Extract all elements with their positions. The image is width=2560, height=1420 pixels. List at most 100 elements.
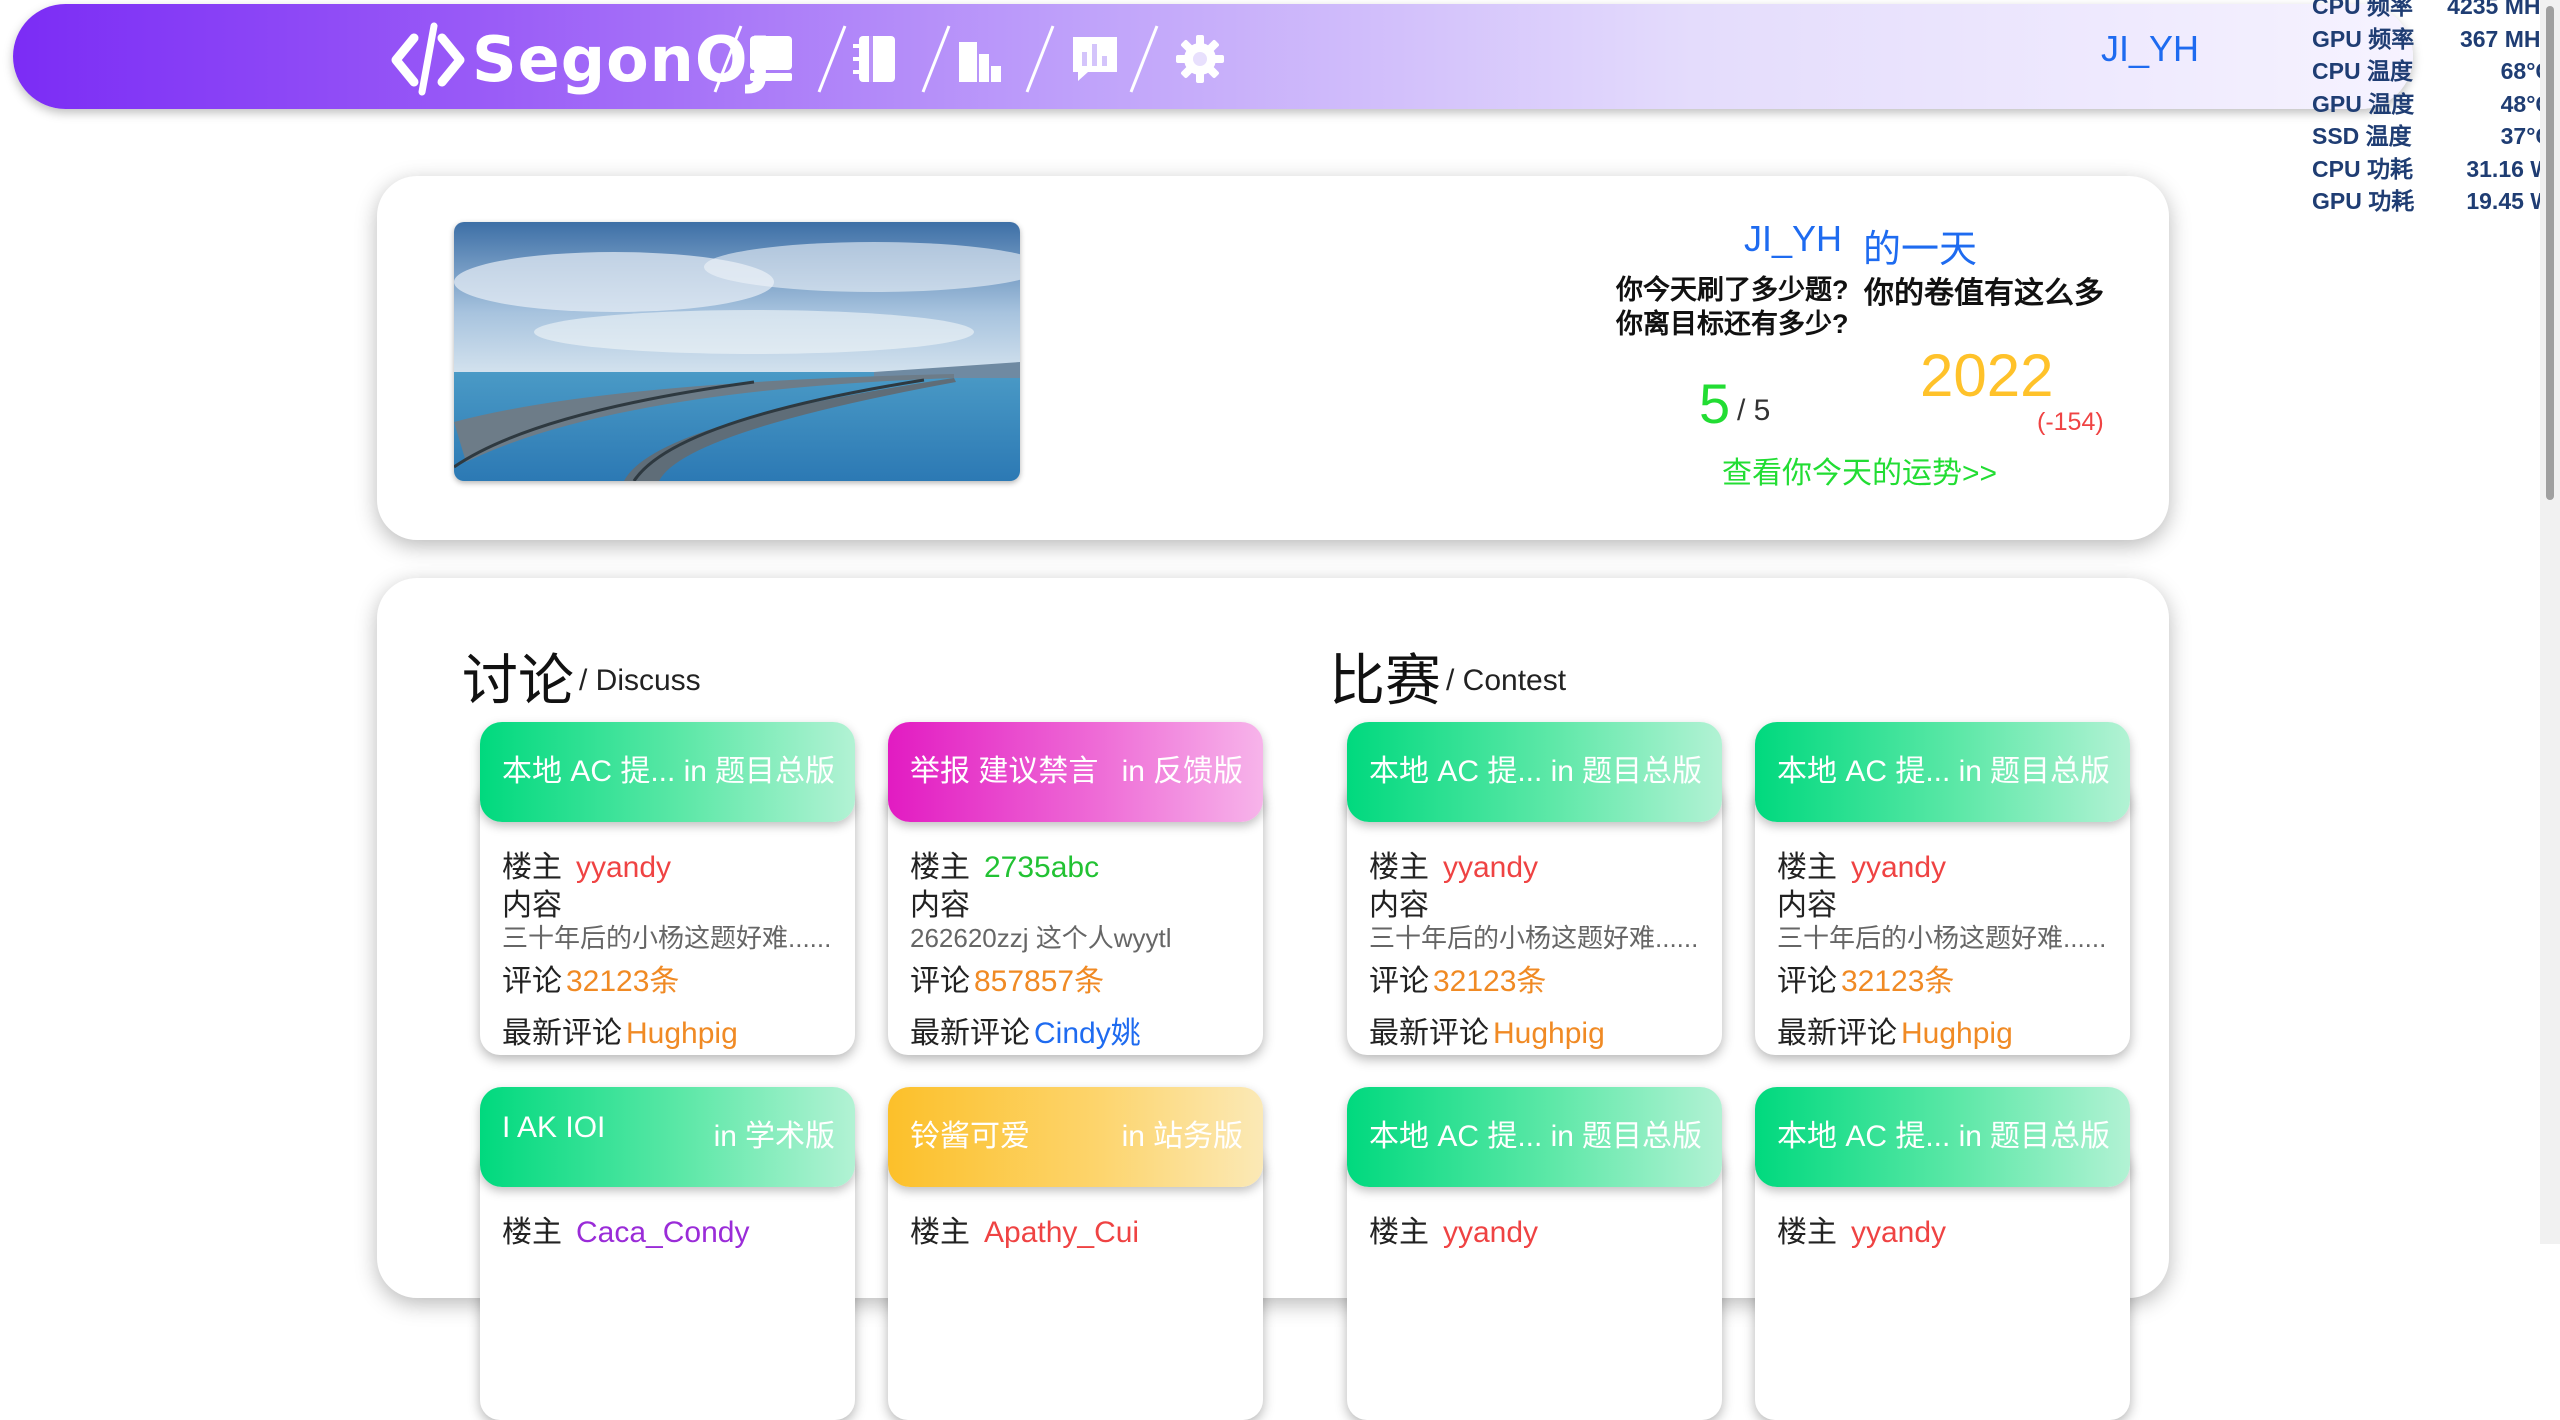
- nav-divider: [713, 25, 743, 93]
- logo-mark-icon: [391, 22, 465, 96]
- post-owner-line: 楼主 Apathy_Cui: [910, 1216, 1140, 1249]
- post-title[interactable]: 举报 建议禁言: [910, 746, 1098, 790]
- post-comments-count: 32123条: [1433, 965, 1547, 998]
- post-latest-commenter[interactable]: Cindy姚: [1034, 1017, 1141, 1050]
- post-body: 楼主 Caca_Condy: [480, 1147, 855, 1420]
- post-latest-commenter[interactable]: Hughpig: [1901, 1017, 2013, 1050]
- discuss-contest-card: 讨论 / Discuss 比赛 / Contest 楼主 yyandy 内容 三十…: [377, 578, 2169, 1420]
- post-header[interactable]: 本地 AC 提... in 题目总版: [1347, 722, 1722, 822]
- nav-username-link[interactable]: JI_YH: [2101, 28, 2199, 70]
- discuss-post-card[interactable]: 楼主 Apathy_Cui 铃酱可爱 in 站务版: [888, 1087, 1263, 1420]
- nav-divider: [817, 25, 847, 93]
- post-owner-name[interactable]: Apathy_Cui: [984, 1216, 1139, 1249]
- day-title-suffix: 的一天: [1863, 229, 1978, 271]
- post-title[interactable]: 本地 AC 提...: [1777, 1111, 1950, 1155]
- post-comments-count: 32123条: [566, 965, 680, 998]
- post-body: 楼主 yyandy: [1755, 1147, 2130, 1420]
- post-board: in 学术版: [713, 1120, 835, 1153]
- day-username[interactable]: JI_YH: [1744, 218, 1842, 260]
- page-scrollbar-thumb[interactable]: [2546, 6, 2554, 500]
- today-solved-count: 5: [1699, 372, 1731, 435]
- discuss-post-card[interactable]: 楼主 Caca_Condy I AK IOI in 学术版: [480, 1087, 855, 1420]
- contest-post-card[interactable]: 楼主 yyandy 内容 三十年后的小杨这题好难...... 评论 32123条 最…: [1347, 722, 1722, 1055]
- post-title[interactable]: I AK IOI: [502, 1111, 605, 1145]
- post-header[interactable]: I AK IOI in 学术版: [480, 1087, 855, 1187]
- post-body: 楼主 yyandy 内容 三十年后的小杨这题好难...... 评论 32123条 最…: [480, 782, 855, 1055]
- sea-bridge-image: [454, 222, 1020, 481]
- post-owner-name[interactable]: 2735abc: [984, 851, 1099, 884]
- post-latest-commenter[interactable]: Hughpig: [1493, 1017, 1605, 1050]
- post-latest-line: 最新评论 Cindy姚: [910, 1017, 1141, 1050]
- discuss-post-card[interactable]: 楼主 yyandy 内容 三十年后的小杨这题好难...... 评论 32123条 最…: [480, 722, 855, 1055]
- post-header[interactable]: 本地 AC 提... in 题目总版: [480, 722, 855, 822]
- post-owner-name[interactable]: yyandy: [1851, 1216, 1946, 1249]
- post-comments-line: 评论 32123条: [1777, 965, 1955, 998]
- post-owner-name[interactable]: yyandy: [576, 851, 671, 884]
- post-owner-line: 楼主 Caca_Condy: [502, 1216, 750, 1249]
- hw-row-cpu-freq: CPU 频率 4235 MHz: [2312, 0, 2552, 19]
- post-owner-name[interactable]: Caca_Condy: [576, 1216, 749, 1249]
- post-owner-name[interactable]: yyandy: [1443, 1216, 1538, 1249]
- post-comments-line: 评论 32123条: [502, 965, 680, 998]
- post-body: 楼主 2735abc 内容 262620zzj 这个人wyytl 评论 857857…: [888, 782, 1263, 1055]
- nav-divider: [1025, 25, 1055, 93]
- post-title[interactable]: 本地 AC 提...: [1369, 1111, 1542, 1155]
- post-title[interactable]: 本地 AC 提...: [502, 746, 675, 790]
- post-owner-name[interactable]: yyandy: [1443, 851, 1538, 884]
- post-board: in 题目总版: [683, 755, 835, 788]
- book-icon[interactable]: [746, 34, 796, 84]
- post-board: in 题目总版: [1550, 755, 1702, 788]
- gear-icon[interactable]: [1175, 34, 1225, 84]
- score-label: 你的卷值有这么多: [1864, 277, 2104, 310]
- post-header[interactable]: 本地 AC 提... in 题目总版: [1347, 1087, 1722, 1187]
- post-header[interactable]: 本地 AC 提... in 题目总版: [1755, 1087, 2130, 1187]
- nav-divider: [1129, 25, 1159, 93]
- discuss-post-card[interactable]: 楼主 2735abc 内容 262620zzj 这个人wyytl 评论 857857…: [888, 722, 1263, 1055]
- post-header[interactable]: 本地 AC 提... in 题目总版: [1755, 722, 2130, 822]
- chart-icon[interactable]: [1070, 34, 1120, 84]
- post-excerpt: 三十年后的小杨这题好难......: [1777, 923, 2107, 953]
- post-excerpt: 262620zzj 这个人wyytl: [910, 923, 1172, 953]
- contest-post-card[interactable]: 楼主 yyandy 本地 AC 提... in 题目总版: [1347, 1087, 1722, 1420]
- post-header[interactable]: 举报 建议禁言 in 反馈版: [888, 722, 1263, 822]
- score-delta: (-154): [2037, 408, 2104, 436]
- post-owner-line: 楼主 yyandy: [1369, 1216, 1539, 1249]
- post-comments-count: 857857条: [974, 965, 1105, 998]
- post-body: 楼主 Apathy_Cui: [888, 1147, 1263, 1420]
- hw-row-ssd-temp: SSD 温度 37°C: [2312, 123, 2552, 149]
- notebook-icon[interactable]: [851, 34, 901, 84]
- post-body: 楼主 yyandy 内容 三十年后的小杨这题好难...... 评论 32123条 最…: [1755, 782, 2130, 1055]
- post-title[interactable]: 本地 AC 提...: [1777, 746, 1950, 790]
- contest-post-card[interactable]: 楼主 yyandy 本地 AC 提... in 题目总版: [1755, 1087, 2130, 1420]
- post-header[interactable]: 铃酱可爱 in 站务版: [888, 1087, 1263, 1187]
- post-body: 楼主 yyandy 内容 三十年后的小杨这题好难...... 评论 32123条 最…: [1347, 782, 1722, 1055]
- post-board: in 题目总版: [1958, 1120, 2110, 1153]
- hw-row-gpu-power: GPU 功耗 19.45 W: [2312, 188, 2552, 214]
- post-body: 楼主 yyandy: [1347, 1147, 1722, 1420]
- post-comments-count: 32123条: [1841, 965, 1955, 998]
- post-comments-line: 评论 32123条: [1369, 965, 1547, 998]
- ranking-icon[interactable]: [955, 34, 1005, 84]
- discuss-section-subtitle: / Discuss: [579, 664, 701, 697]
- daily-summary-card: JI_YH 的一天 你今天刷了多少题? 你离目标还有多少? 你的卷值有这么多 5…: [377, 176, 2169, 540]
- contest-post-card[interactable]: 楼主 yyandy 内容 三十年后的小杨这题好难...... 评论 32123条 最…: [1755, 722, 2130, 1055]
- top-navbar: SegonOJ JI_YH: [13, 4, 2413, 109]
- nav-divider: [921, 25, 951, 93]
- contest-section-title: 比赛: [1329, 649, 1441, 712]
- contest-section-subtitle: / Contest: [1446, 664, 1567, 697]
- post-comments-line: 评论 857857条: [910, 965, 1105, 998]
- post-owner-line: 楼主 yyandy: [1777, 1216, 1947, 1249]
- today-goal-total: / 5: [1737, 394, 1771, 427]
- fortune-link[interactable]: 查看你今天的运势>>: [1722, 448, 1997, 492]
- hw-row-gpu-temp: GPU 温度 48°C: [2312, 90, 2552, 117]
- hardware-monitor-overlay: CPU 频率 4235 MHz GPU 频率 367 MHz CPU 温度 68°C …: [2312, 0, 2552, 218]
- hw-row-cpu-temp: CPU 温度 68°C: [2312, 58, 2552, 84]
- post-latest-commenter[interactable]: Hughpig: [626, 1017, 738, 1050]
- post-title[interactable]: 铃酱可爱: [910, 1111, 1030, 1155]
- post-title[interactable]: 本地 AC 提...: [1369, 746, 1542, 790]
- question-goal-remaining: 你离目标还有多少?: [1616, 309, 1849, 339]
- post-owner-name[interactable]: yyandy: [1851, 851, 1946, 884]
- post-latest-line: 最新评论 Hughpig: [1369, 1017, 1605, 1050]
- post-latest-line: 最新评论 Hughpig: [1777, 1017, 2013, 1050]
- post-latest-line: 最新评论 Hughpig: [502, 1017, 738, 1050]
